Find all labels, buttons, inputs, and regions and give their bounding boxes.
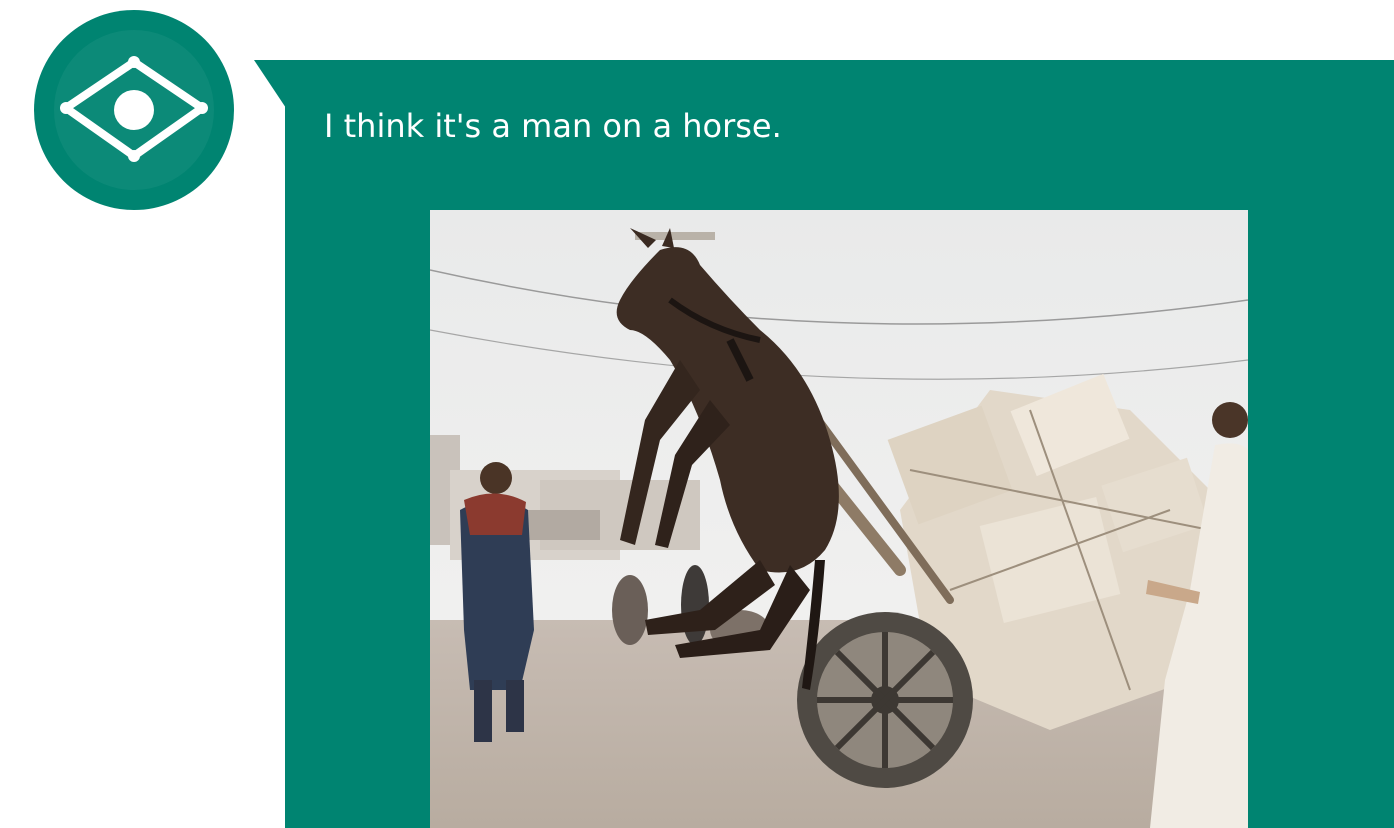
- attached-photo[interactable]: [430, 210, 1248, 828]
- message-bubble: I think it's a man on a horse.: [285, 60, 1394, 828]
- assistant-avatar: [34, 10, 234, 210]
- photo-illustration: [430, 210, 1248, 828]
- message-text: I think it's a man on a horse.: [324, 107, 782, 145]
- eye-diamond-icon: [60, 56, 208, 162]
- bubble-tail: [254, 60, 286, 108]
